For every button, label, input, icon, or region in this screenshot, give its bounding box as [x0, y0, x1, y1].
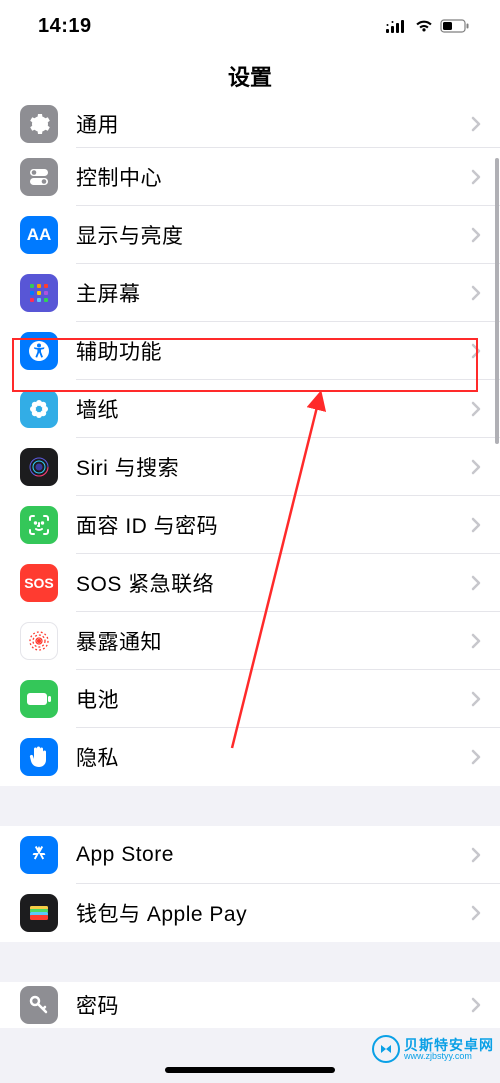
- appstore-icon: [20, 836, 58, 874]
- chevron-right-icon: [470, 633, 500, 649]
- row-wallpaper[interactable]: 墙纸: [0, 380, 500, 438]
- row-accessibility[interactable]: 辅助功能: [0, 322, 500, 380]
- row-passwords[interactable]: 密码: [0, 982, 500, 1028]
- row-label: 隐私: [58, 742, 470, 772]
- row-app-store[interactable]: App Store: [0, 826, 500, 884]
- row-privacy[interactable]: 隐私: [0, 728, 500, 786]
- hand-icon: [20, 738, 58, 776]
- row-battery[interactable]: 电池: [0, 670, 500, 728]
- row-general[interactable]: 通用: [0, 100, 500, 148]
- home-grid-icon: [20, 274, 58, 312]
- watermark: 贝斯特安卓网 www.zjbstyy.com: [372, 1035, 494, 1063]
- cellular-icon: [386, 19, 408, 33]
- accessibility-icon: [20, 332, 58, 370]
- settings-group-2: App Store 钱包与 Apple Pay: [0, 826, 500, 942]
- row-sos[interactable]: SOS SOS 紧急联络: [0, 554, 500, 612]
- chevron-right-icon: [470, 575, 500, 591]
- chevron-right-icon: [470, 847, 500, 863]
- row-wallet[interactable]: 钱包与 Apple Pay: [0, 884, 500, 942]
- row-label: 钱包与 Apple Pay: [58, 898, 470, 928]
- row-label: 电池: [58, 684, 470, 714]
- wifi-icon: [414, 19, 434, 33]
- row-label: 密码: [58, 990, 470, 1020]
- exposure-icon: [20, 622, 58, 660]
- chevron-right-icon: [470, 459, 500, 475]
- row-display[interactable]: AA 显示与亮度: [0, 206, 500, 264]
- watermark-title: 贝斯特安卓网: [404, 1038, 494, 1052]
- row-label: 面容 ID 与密码: [58, 510, 470, 540]
- nav-bar: 设置: [0, 52, 500, 100]
- chevron-right-icon: [470, 749, 500, 765]
- row-label: 通用: [58, 109, 470, 139]
- row-label: 主屏幕: [58, 278, 470, 308]
- status-bar: 14:19: [0, 0, 500, 52]
- row-label: 显示与亮度: [58, 220, 470, 250]
- settings-group-3: 密码: [0, 982, 500, 1028]
- home-indicator: [165, 1067, 335, 1073]
- settings-group-1: 通用 控制中心 AA 显示与亮度 主屏幕 辅助功能: [0, 100, 500, 786]
- row-label: 墙纸: [58, 394, 470, 424]
- battery-full-icon: [20, 680, 58, 718]
- faceid-icon: [20, 506, 58, 544]
- row-label: SOS 紧急联络: [58, 568, 470, 598]
- text-size-icon: AA: [20, 216, 58, 254]
- page-title: 设置: [228, 60, 272, 92]
- wallet-icon: [20, 894, 58, 932]
- chevron-right-icon: [470, 517, 500, 533]
- chevron-right-icon: [470, 116, 500, 132]
- row-label: 控制中心: [58, 162, 470, 192]
- row-label: 暴露通知: [58, 626, 470, 656]
- row-label: 辅助功能: [58, 336, 470, 366]
- flower-icon: [20, 390, 58, 428]
- status-indicators: [386, 19, 470, 33]
- row-exposure[interactable]: 暴露通知: [0, 612, 500, 670]
- key-icon: [20, 986, 58, 1024]
- watermark-url: www.zjbstyy.com: [404, 1052, 494, 1061]
- chevron-right-icon: [470, 997, 500, 1013]
- row-control-center[interactable]: 控制中心: [0, 148, 500, 206]
- battery-icon: [440, 19, 470, 33]
- row-siri[interactable]: Siri 与搜索: [0, 438, 500, 496]
- chevron-right-icon: [470, 691, 500, 707]
- watermark-logo-icon: [372, 1035, 400, 1063]
- row-faceid[interactable]: 面容 ID 与密码: [0, 496, 500, 554]
- siri-icon: [20, 448, 58, 486]
- switches-icon: [20, 158, 58, 196]
- row-label: Siri 与搜索: [58, 452, 470, 482]
- status-time: 14:19: [38, 15, 92, 38]
- scroll-indicator: [495, 158, 499, 444]
- sos-icon: SOS: [20, 564, 58, 602]
- row-label: App Store: [58, 843, 470, 867]
- gear-icon: [20, 105, 58, 143]
- row-home-screen[interactable]: 主屏幕: [0, 264, 500, 322]
- chevron-right-icon: [470, 905, 500, 921]
